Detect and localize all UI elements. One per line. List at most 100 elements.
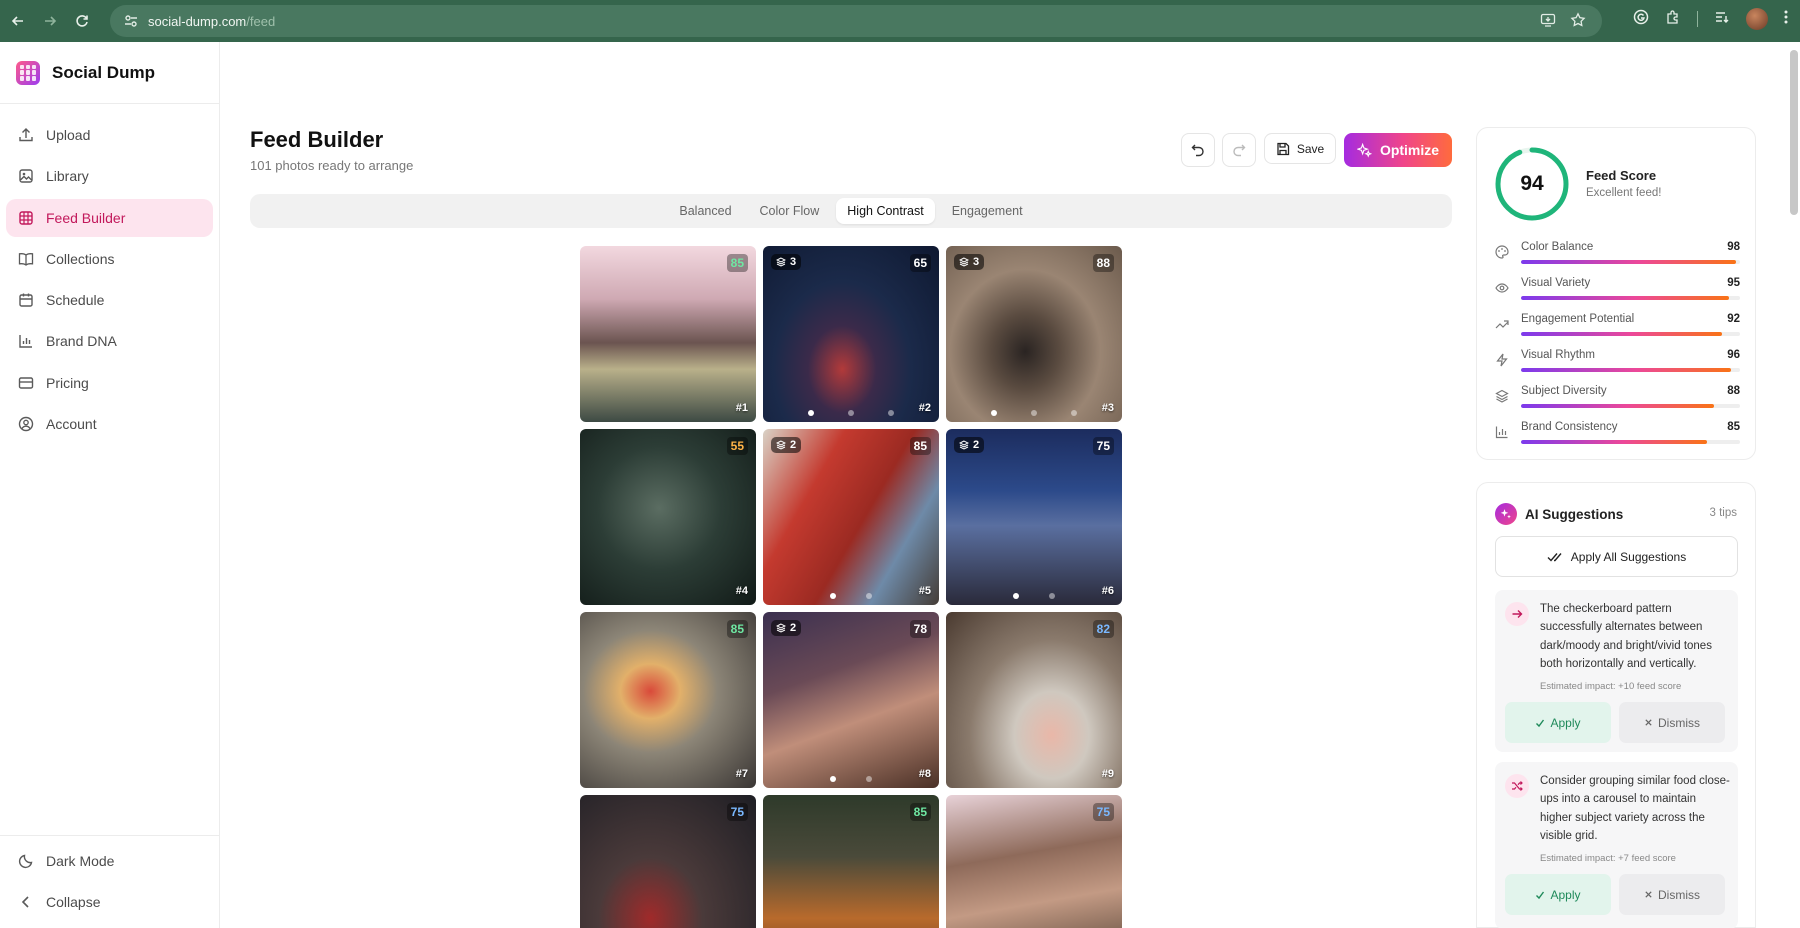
- forward-icon[interactable]: [36, 7, 64, 35]
- tile-number: #9: [1101, 768, 1114, 780]
- tile-score: 85: [726, 620, 748, 638]
- feed-score-subtitle: Excellent feed!: [1586, 187, 1662, 199]
- arrow-right-icon: [1505, 602, 1529, 626]
- double-check-icon: [1547, 552, 1562, 562]
- redo-button[interactable]: [1222, 133, 1256, 167]
- close-icon: [1645, 891, 1652, 898]
- feed-tile[interactable]: 2 75 #6: [946, 429, 1122, 605]
- shuffle-icon: [1505, 774, 1529, 798]
- eye-icon: [1495, 283, 1509, 293]
- palette-icon: [1495, 245, 1509, 259]
- bar-chart-icon: [19, 335, 32, 349]
- feed-tile[interactable]: 85 #1: [580, 246, 756, 422]
- sidebar-item-label: Brand DNA: [46, 333, 117, 350]
- tile-score: 85: [909, 437, 931, 455]
- sidebar-item-label: Library: [46, 168, 89, 185]
- sidebar-item-library[interactable]: Library: [6, 157, 213, 195]
- app-logo-icon: [16, 60, 40, 85]
- metric-label: Engagement Potential: [1521, 313, 1635, 325]
- suggestion-text: The checkerboard pattern successfully al…: [1540, 603, 1712, 670]
- sidebar-item-label: Upload: [46, 127, 91, 143]
- feed-tile[interactable]: 85: [763, 795, 939, 928]
- zap-icon: [1496, 353, 1508, 367]
- dismiss-suggestion-button[interactable]: Dismiss: [1619, 702, 1725, 743]
- page-scrollbar[interactable]: [1790, 50, 1798, 215]
- extensions-icon[interactable]: [1665, 9, 1681, 30]
- feed-tile[interactable]: 75: [946, 795, 1122, 928]
- dismiss-suggestion-button[interactable]: Dismiss: [1619, 874, 1725, 915]
- tile-score: 78: [909, 620, 931, 638]
- upload-icon: [19, 128, 33, 142]
- url-path: /feed: [246, 13, 276, 29]
- tab-high-contrast[interactable]: High Contrast: [836, 198, 935, 224]
- feed-tile[interactable]: 75: [580, 795, 756, 928]
- address-bar[interactable]: social-dump.com /feed: [110, 5, 1602, 37]
- toolbar-divider: [1697, 11, 1698, 27]
- feed-score-ring: 94: [1494, 146, 1570, 222]
- bookmark-star-icon[interactable]: [1570, 12, 1586, 33]
- optimize-button[interactable]: Optimize: [1344, 133, 1452, 167]
- apply-all-button[interactable]: Apply All Suggestions: [1495, 536, 1738, 577]
- undo-icon: [1191, 144, 1204, 157]
- sidebar-item-feed-builder[interactable]: Feed Builder: [6, 198, 213, 237]
- browser-menu-icon[interactable]: [1784, 9, 1788, 30]
- metric-label: Brand Consistency: [1521, 421, 1618, 433]
- reload-icon[interactable]: [68, 7, 96, 35]
- tab-balanced[interactable]: Balanced: [668, 198, 742, 224]
- dark-mode-toggle[interactable]: Dark Mode: [6, 842, 213, 880]
- sidebar-item-schedule[interactable]: Schedule: [6, 281, 213, 319]
- save-button[interactable]: Save: [1264, 133, 1336, 164]
- sidebar-item-collections[interactable]: Collections: [6, 240, 213, 278]
- sidebar-footer: Dark Mode Collapse: [0, 835, 219, 928]
- site-settings-icon[interactable]: [124, 14, 138, 28]
- carousel-dots: [946, 410, 1122, 416]
- back-icon[interactable]: [4, 7, 32, 35]
- image-icon: [19, 169, 33, 183]
- collapse-sidebar-button[interactable]: Collapse: [6, 883, 213, 921]
- carousel-count: 3: [790, 256, 797, 268]
- app-name: Social Dump: [52, 62, 155, 82]
- sidebar-nav: Upload Library Feed Builder Collections …: [0, 104, 219, 458]
- metric-label: Subject Diversity: [1521, 385, 1607, 397]
- tab-color-flow[interactable]: Color Flow: [749, 198, 831, 224]
- metric-bar: [1521, 368, 1740, 372]
- feed-tile[interactable]: 2 85 #5: [763, 429, 939, 605]
- book-icon: [18, 252, 34, 266]
- tab-engagement[interactable]: Engagement: [941, 198, 1034, 224]
- grammarly-extension-icon[interactable]: [1633, 9, 1649, 30]
- feed-tile[interactable]: 3 65 #2: [763, 246, 939, 422]
- sidebar-item-upload[interactable]: Upload: [6, 116, 213, 154]
- feed-tile[interactable]: 3 88 #3: [946, 246, 1122, 422]
- carousel-dots: [763, 776, 939, 782]
- apply-suggestion-button[interactable]: Apply: [1505, 874, 1611, 915]
- undo-button[interactable]: [1181, 133, 1215, 167]
- reading-list-icon[interactable]: [1714, 9, 1730, 30]
- app-logo[interactable]: Social Dump: [0, 42, 219, 104]
- page-title: Feed Builder: [250, 127, 384, 152]
- tips-count: 3 tips: [1709, 507, 1738, 519]
- dismiss-label: Dismiss: [1658, 715, 1700, 730]
- suggestion-impact: Estimated impact: +7 feed score: [1540, 853, 1676, 864]
- check-icon: [1536, 891, 1545, 899]
- install-app-icon[interactable]: [1540, 12, 1556, 33]
- feed-tile[interactable]: 55 #4: [580, 429, 756, 605]
- metric-value: 98: [1727, 241, 1740, 253]
- metric-value: 85: [1727, 421, 1740, 433]
- sidebar-item-account[interactable]: Account: [6, 405, 213, 443]
- trending-up-icon: [1495, 320, 1509, 329]
- sidebar-item-brand-dna[interactable]: Brand DNA: [6, 322, 213, 360]
- tile-number: #7: [735, 768, 748, 780]
- suggestion-text: Consider grouping similar food close-ups…: [1540, 775, 1730, 842]
- tile-score: 88: [1092, 254, 1114, 272]
- profile-avatar[interactable]: [1746, 8, 1768, 30]
- apply-suggestion-button[interactable]: Apply: [1505, 702, 1611, 743]
- feed-tile[interactable]: 82 #9: [946, 612, 1122, 788]
- sidebar-item-pricing[interactable]: Pricing: [6, 364, 213, 402]
- tile-score: 65: [909, 254, 931, 272]
- grid-icon: [19, 210, 33, 225]
- feed-tile[interactable]: 85 #7: [580, 612, 756, 788]
- feed-tile[interactable]: 2 78 #8: [763, 612, 939, 788]
- browser-toolbar: social-dump.com /feed: [0, 0, 1800, 42]
- apply-label: Apply: [1550, 715, 1581, 730]
- dark-mode-label: Dark Mode: [46, 853, 115, 869]
